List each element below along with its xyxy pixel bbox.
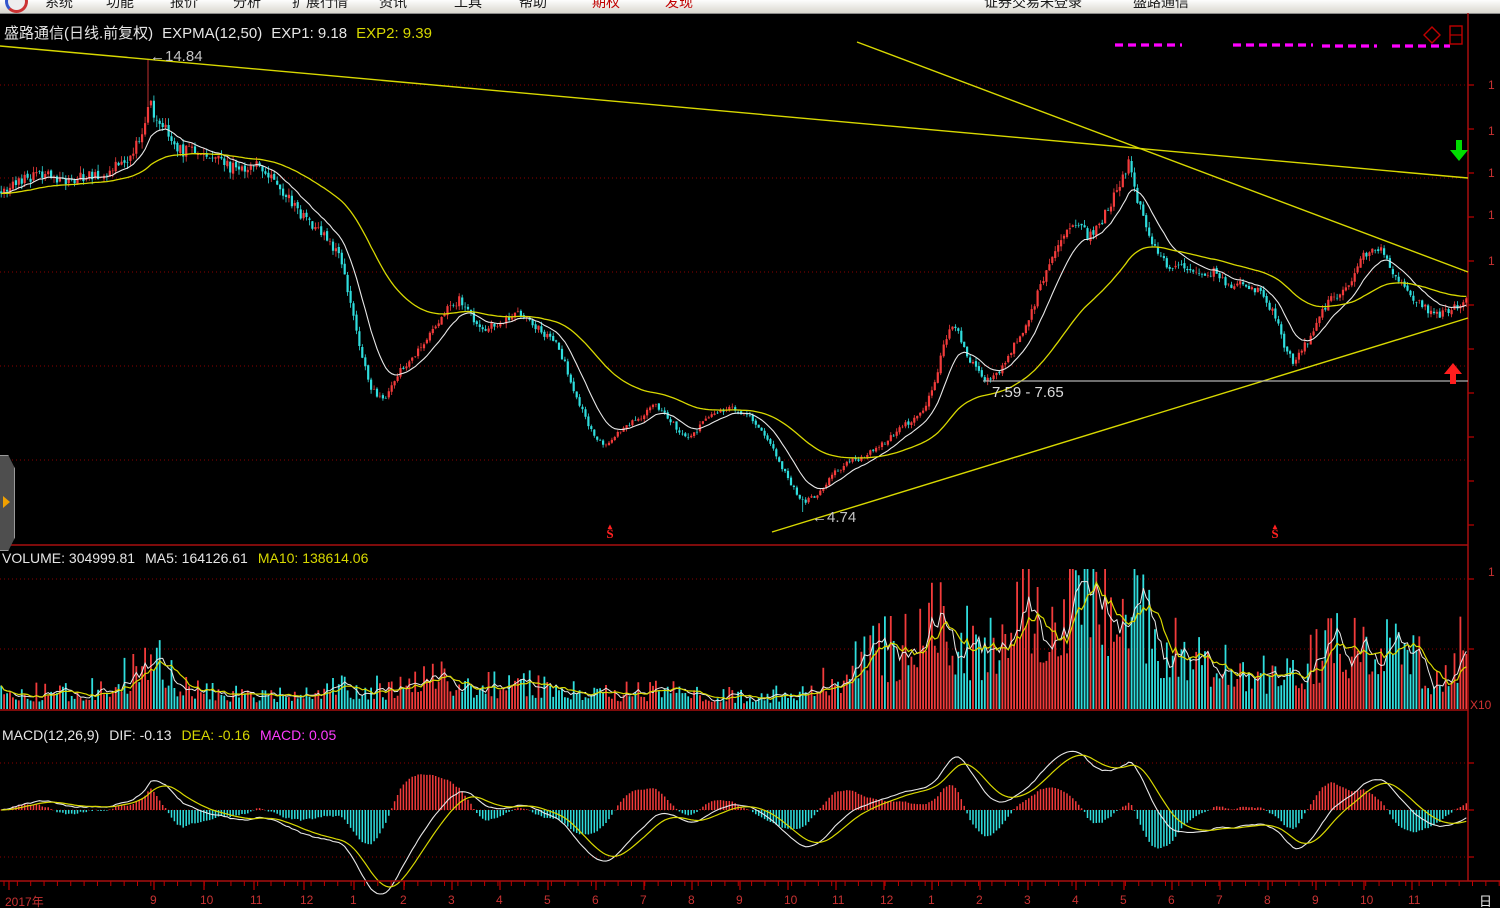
- macd-plot: [1, 751, 1466, 894]
- price-axis-label-4: 1: [1488, 208, 1495, 222]
- date-label-14: 9: [736, 893, 743, 907]
- drawing-annotations[interactable]: [0, 26, 1468, 532]
- range-price-label: 7.59 - 7.65: [992, 384, 1064, 401]
- date-label-12: 7: [640, 893, 647, 907]
- app-window: 系统功能报价分析扩展行情资讯工具帮助期权发现证券交易未登录盛路通信 盛路通信(日…: [0, 0, 1500, 908]
- period-day-label[interactable]: 日: [1479, 891, 1492, 908]
- date-label-2: 9: [150, 893, 157, 907]
- date-label-17: 12: [880, 893, 893, 907]
- trendline-1: [0, 46, 1468, 178]
- price-axis-label-5: 1: [1488, 254, 1495, 268]
- date-label-6: 1: [350, 893, 357, 907]
- trendline-3: [772, 318, 1468, 532]
- date-ticks: [4, 881, 1499, 890]
- volume-pane-header: VOLUME: 304999.81 MA5: 164126.61 MA10: 138…: [2, 550, 378, 566]
- date-label-11: 6: [592, 893, 599, 907]
- expand-arrow-icon: [3, 496, 10, 508]
- date-label-16: 11: [832, 893, 844, 907]
- date-label-19: 2: [976, 893, 983, 907]
- volume-ma5-value: MA5: 164126.61: [145, 550, 248, 566]
- candles: [1, 60, 1466, 512]
- date-label-22: 5: [1120, 893, 1127, 907]
- date-label-8: 3: [448, 893, 455, 907]
- volume-axis-label: 1: [1488, 565, 1495, 579]
- date-label-15: 10: [784, 893, 797, 907]
- date-label-24: 7: [1216, 893, 1223, 907]
- date-label-5: 12: [300, 893, 313, 907]
- date-label-28: 11: [1408, 893, 1420, 907]
- date-label-26: 9: [1312, 893, 1319, 907]
- trough-price-label: ←4.74: [812, 509, 856, 526]
- ex-dividend-marker-2[interactable]: ▲S: [1271, 523, 1279, 537]
- date-label-20: 3: [1024, 893, 1031, 907]
- date-label-1: 2017年: [5, 893, 44, 908]
- date-label-27: 10: [1360, 893, 1373, 907]
- volume-bars: [1, 569, 1466, 709]
- dif-value: DIF: -0.13: [109, 727, 171, 743]
- date-label-18: 1: [928, 893, 935, 907]
- diamond-icon: [1424, 27, 1440, 43]
- dea-value: DEA: -0.16: [182, 727, 250, 743]
- chart-canvas: [0, 0, 1500, 908]
- sidebar-expand-handle[interactable]: [0, 455, 15, 551]
- volume-ma10-value: MA10: 138614.06: [258, 550, 369, 566]
- main-pane-header: 盛路通信(日线.前复权) EXPMA(12,50) EXP1: 9.18 EXP2: …: [4, 22, 441, 43]
- exp2-line: [1, 154, 1466, 458]
- date-label-3: 10: [200, 893, 213, 907]
- price-axis-label-3: 1: [1488, 166, 1495, 180]
- date-label-10: 5: [544, 893, 551, 907]
- macd-pane-header: MACD(12,26,9) DIF: -0.13 DEA: -0.16 MACD: 0…: [2, 727, 346, 743]
- volume-value: VOLUME: 304999.81: [2, 550, 135, 566]
- macd-indicator-name: MACD(12,26,9): [2, 727, 99, 743]
- date-label-4: 11: [250, 893, 262, 907]
- exp1-line: [1, 129, 1466, 489]
- peak-price-label: ←14.84: [150, 48, 203, 65]
- frame-axes: [0, 13, 1500, 881]
- down-arrow-annotation: [1450, 140, 1468, 161]
- indicator-name: EXPMA(12,50): [162, 25, 262, 42]
- trendline-2: [857, 42, 1468, 272]
- macd-value: MACD: 0.05: [260, 727, 336, 743]
- price-axis-label-2: 1: [1488, 124, 1495, 138]
- exp2-value: EXP2: 9.39: [356, 25, 432, 42]
- ex-dividend-marker-1[interactable]: ▲S: [606, 523, 614, 537]
- price-axis-label-1: 1: [1488, 78, 1495, 92]
- date-label-13: 8: [688, 893, 695, 907]
- date-label-25: 8: [1264, 893, 1271, 907]
- exp1-value: EXP1: 9.18: [271, 25, 347, 42]
- date-label-7: 2: [400, 893, 407, 907]
- date-label-23: 6: [1168, 893, 1175, 907]
- symbol-title: 盛路通信(日线.前复权): [4, 25, 153, 42]
- date-label-21: 4: [1072, 893, 1079, 907]
- date-label-9: 4: [496, 893, 503, 907]
- volume-unit-label: X10: [1470, 698, 1491, 712]
